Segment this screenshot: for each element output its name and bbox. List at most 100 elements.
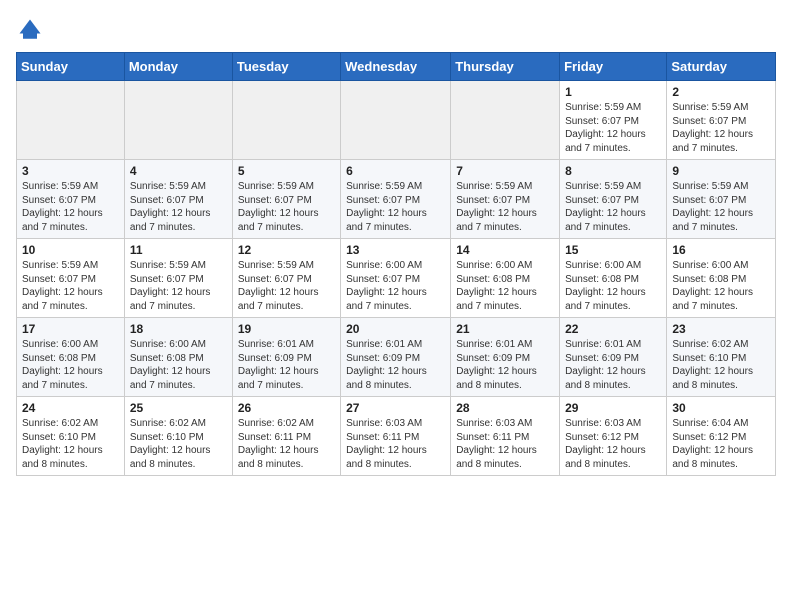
day-number: 21 [456,322,554,336]
calendar-cell: 11 Sunrise: 5:59 AM Sunset: 6:07 PM Dayli… [124,239,232,318]
calendar-cell: 3 Sunrise: 5:59 AM Sunset: 6:07 PM Daylig… [17,160,125,239]
calendar-week-4: 17 Sunrise: 6:00 AM Sunset: 6:08 PM Dayli… [17,318,776,397]
day-info: Sunrise: 6:03 AM Sunset: 6:11 PM Dayligh… [346,417,445,471]
day-info: Sunrise: 6:00 AM Sunset: 6:08 PM Dayligh… [130,338,227,392]
day-number: 7 [456,164,554,178]
day-number: 22 [565,322,661,336]
day-info: Sunrise: 5:59 AM Sunset: 6:07 PM Dayligh… [346,180,445,234]
day-number: 20 [346,322,445,336]
calendar-cell: 1 Sunrise: 5:59 AM Sunset: 6:07 PM Daylig… [560,81,667,160]
calendar-cell [124,81,232,160]
day-number: 16 [672,243,770,257]
day-number: 5 [238,164,335,178]
calendar-cell: 13Sunrise: 6:00 AM Sunset: 6:07 PM Dayli… [341,239,451,318]
day-number: 10 [22,243,119,257]
calendar-cell [341,81,451,160]
calendar-cell: 18 Sunrise: 6:00 AM Sunset: 6:08 PM Dayli… [124,318,232,397]
day-info: Sunrise: 6:04 AM Sunset: 6:12 PM Dayligh… [672,417,770,471]
day-number: 17 [22,322,119,336]
calendar-cell: 16 Sunrise: 6:00 AM Sunset: 6:08 PM Dayli… [667,239,776,318]
calendar-cell [451,81,560,160]
day-header-friday: Friday [560,53,667,81]
day-info: Sunrise: 6:00 AM Sunset: 6:08 PM Dayligh… [672,259,770,313]
day-info: Sunrise: 5:59 AM Sunset: 6:07 PM Dayligh… [565,180,661,234]
calendar-cell: 19 Sunrise: 6:01 AM Sunset: 6:09 PM Dayli… [232,318,340,397]
calendar-cell: 9Sunrise: 5:59 AM Sunset: 6:07 PM Daylig… [667,160,776,239]
calendar-cell: 21Sunrise: 6:01 AM Sunset: 6:09 PM Dayli… [451,318,560,397]
calendar-week-3: 10 Sunrise: 5:59 AM Sunset: 6:07 PM Dayli… [17,239,776,318]
day-number: 8 [565,164,661,178]
calendar-cell [232,81,340,160]
day-number: 12 [238,243,335,257]
calendar-cell: 12 Sunrise: 5:59 AM Sunset: 6:07 PM Dayli… [232,239,340,318]
day-number: 1 [565,85,661,99]
day-info: Sunrise: 6:00 AM Sunset: 6:08 PM Dayligh… [22,338,119,392]
day-info: Sunrise: 6:01 AM Sunset: 6:09 PM Dayligh… [565,338,661,392]
calendar-cell: 14 Sunrise: 6:00 AM Sunset: 6:08 PM Dayli… [451,239,560,318]
day-info: Sunrise: 6:02 AM Sunset: 6:10 PM Dayligh… [22,417,119,471]
day-info: Sunrise: 6:03 AM Sunset: 6:11 PM Dayligh… [456,417,554,471]
calendar-cell: 22 Sunrise: 6:01 AM Sunset: 6:09 PM Dayli… [560,318,667,397]
day-info: Sunrise: 6:03 AM Sunset: 6:12 PM Dayligh… [565,417,661,471]
calendar-week-2: 3 Sunrise: 5:59 AM Sunset: 6:07 PM Daylig… [17,160,776,239]
day-info: Sunrise: 6:02 AM Sunset: 6:10 PM Dayligh… [672,338,770,392]
day-number: 4 [130,164,227,178]
calendar-cell: 10 Sunrise: 5:59 AM Sunset: 6:07 PM Dayli… [17,239,125,318]
day-info: Sunrise: 6:00 AM Sunset: 6:08 PM Dayligh… [456,259,554,313]
day-info: Sunrise: 5:59 AM Sunset: 6:07 PM Dayligh… [238,259,335,313]
calendar-week-5: 24 Sunrise: 6:02 AM Sunset: 6:10 PM Dayli… [17,397,776,476]
day-info: Sunrise: 6:00 AM Sunset: 6:08 PM Dayligh… [565,259,661,313]
calendar-cell: 15Sunrise: 6:00 AM Sunset: 6:08 PM Dayli… [560,239,667,318]
calendar-cell: 4 Sunrise: 5:59 AM Sunset: 6:07 PM Daylig… [124,160,232,239]
day-number: 27 [346,401,445,415]
calendar-cell: 20Sunrise: 6:01 AM Sunset: 6:09 PM Dayli… [341,318,451,397]
day-header-thursday: Thursday [451,53,560,81]
day-info: Sunrise: 5:59 AM Sunset: 6:07 PM Dayligh… [22,180,119,234]
day-info: Sunrise: 5:59 AM Sunset: 6:07 PM Dayligh… [672,101,770,155]
calendar-cell: 17 Sunrise: 6:00 AM Sunset: 6:08 PM Dayli… [17,318,125,397]
calendar-cell [17,81,125,160]
day-info: Sunrise: 5:59 AM Sunset: 6:07 PM Dayligh… [22,259,119,313]
day-info: Sunrise: 6:01 AM Sunset: 6:09 PM Dayligh… [238,338,335,392]
day-number: 29 [565,401,661,415]
day-number: 19 [238,322,335,336]
page-header [16,16,776,44]
day-info: Sunrise: 5:59 AM Sunset: 6:07 PM Dayligh… [456,180,554,234]
day-info: Sunrise: 5:59 AM Sunset: 6:07 PM Dayligh… [565,101,661,155]
day-info: Sunrise: 5:59 AM Sunset: 6:07 PM Dayligh… [130,180,227,234]
calendar-week-1: 1 Sunrise: 5:59 AM Sunset: 6:07 PM Daylig… [17,81,776,160]
day-number: 3 [22,164,119,178]
day-number: 26 [238,401,335,415]
day-header-saturday: Saturday [667,53,776,81]
day-header-tuesday: Tuesday [232,53,340,81]
calendar-cell: 26 Sunrise: 6:02 AM Sunset: 6:11 PM Dayli… [232,397,340,476]
day-number: 24 [22,401,119,415]
calendar-table: SundayMondayTuesdayWednesdayThursdayFrid… [16,52,776,476]
calendar-cell: 29 Sunrise: 6:03 AM Sunset: 6:12 PM Dayli… [560,397,667,476]
calendar-cell: 23Sunrise: 6:02 AM Sunset: 6:10 PM Dayli… [667,318,776,397]
day-header-monday: Monday [124,53,232,81]
day-number: 14 [456,243,554,257]
calendar-cell: 7 Sunrise: 5:59 AM Sunset: 6:07 PM Daylig… [451,160,560,239]
day-info: Sunrise: 6:02 AM Sunset: 6:11 PM Dayligh… [238,417,335,471]
day-number: 18 [130,322,227,336]
calendar-cell: 24 Sunrise: 6:02 AM Sunset: 6:10 PM Dayli… [17,397,125,476]
calendar-cell: 8 Sunrise: 5:59 AM Sunset: 6:07 PM Daylig… [560,160,667,239]
calendar-cell: 27 Sunrise: 6:03 AM Sunset: 6:11 PM Dayli… [341,397,451,476]
calendar-cell: 6Sunrise: 5:59 AM Sunset: 6:07 PM Daylig… [341,160,451,239]
day-info: Sunrise: 6:00 AM Sunset: 6:07 PM Dayligh… [346,259,445,313]
day-info: Sunrise: 5:59 AM Sunset: 6:07 PM Dayligh… [672,180,770,234]
calendar-cell: 30Sunrise: 6:04 AM Sunset: 6:12 PM Dayli… [667,397,776,476]
day-number: 11 [130,243,227,257]
calendar-cell: 5 Sunrise: 5:59 AM Sunset: 6:07 PM Daylig… [232,160,340,239]
day-info: Sunrise: 6:02 AM Sunset: 6:10 PM Dayligh… [130,417,227,471]
day-header-sunday: Sunday [17,53,125,81]
calendar-header-row: SundayMondayTuesdayWednesdayThursdayFrid… [17,53,776,81]
calendar-cell: 28 Sunrise: 6:03 AM Sunset: 6:11 PM Dayli… [451,397,560,476]
day-number: 2 [672,85,770,99]
day-info: Sunrise: 5:59 AM Sunset: 6:07 PM Dayligh… [238,180,335,234]
day-info: Sunrise: 5:59 AM Sunset: 6:07 PM Dayligh… [130,259,227,313]
day-number: 28 [456,401,554,415]
logo-icon [16,16,44,44]
day-header-wednesday: Wednesday [341,53,451,81]
